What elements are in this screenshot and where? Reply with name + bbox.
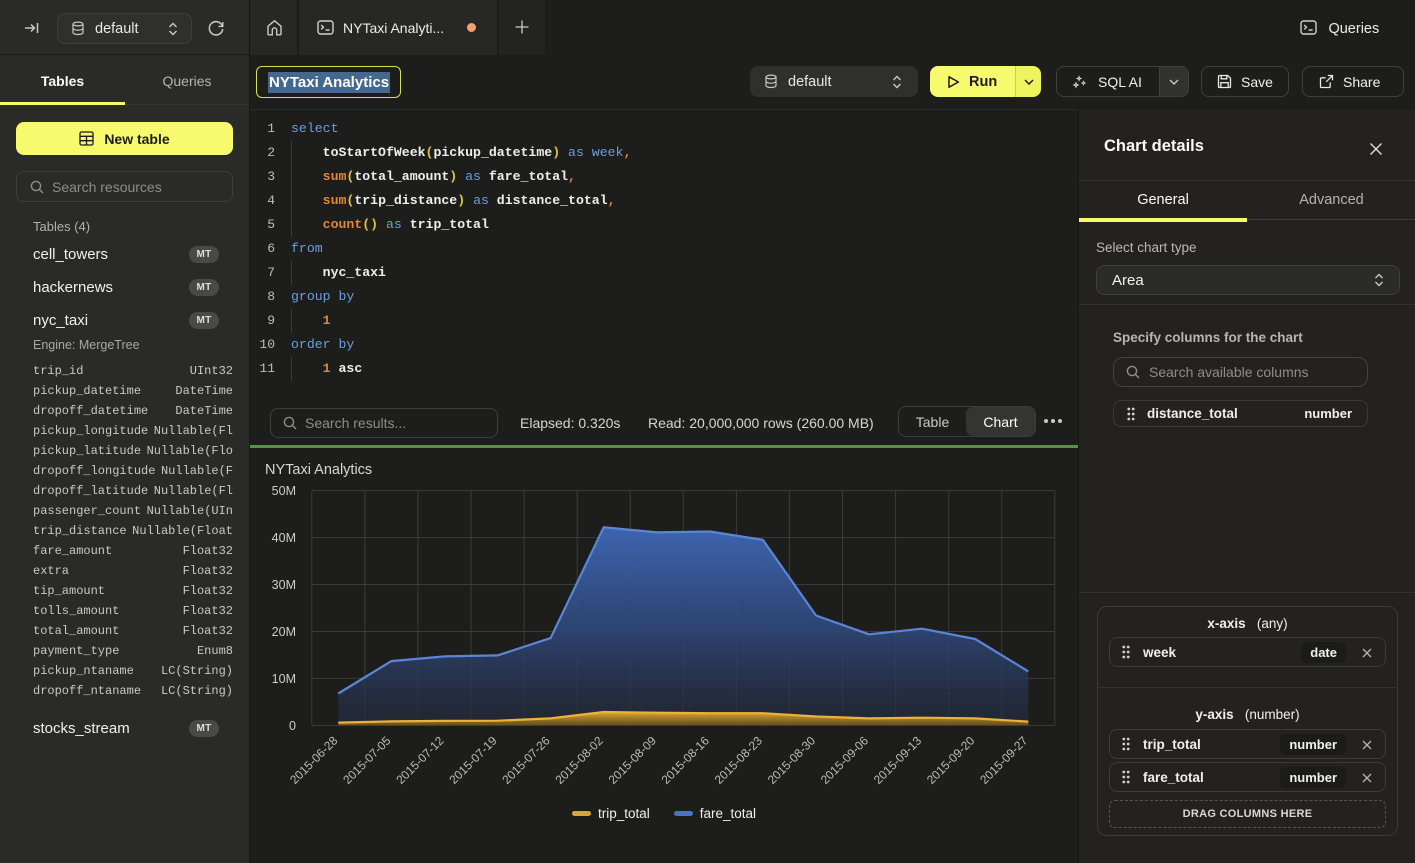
svg-text:2015-07-05: 2015-07-05 <box>340 733 394 787</box>
svg-text:0: 0 <box>289 719 296 733</box>
svg-text:2015-07-26: 2015-07-26 <box>499 733 553 787</box>
svg-text:2015-08-23: 2015-08-23 <box>712 733 766 787</box>
svg-text:20M: 20M <box>272 625 296 639</box>
svg-text:2015-07-19: 2015-07-19 <box>446 733 500 787</box>
svg-text:2015-08-16: 2015-08-16 <box>659 733 713 787</box>
svg-text:2015-07-12: 2015-07-12 <box>393 733 447 787</box>
svg-text:2015-08-30: 2015-08-30 <box>765 733 819 787</box>
svg-text:2015-09-20: 2015-09-20 <box>924 733 978 787</box>
svg-text:2015-09-27: 2015-09-27 <box>977 733 1031 787</box>
svg-text:2015-09-06: 2015-09-06 <box>818 733 872 787</box>
svg-text:10M: 10M <box>272 672 296 686</box>
svg-text:2015-06-28: 2015-06-28 <box>287 733 341 787</box>
svg-text:40M: 40M <box>272 531 296 545</box>
svg-text:2015-08-02: 2015-08-02 <box>553 733 607 787</box>
svg-text:50M: 50M <box>272 484 296 498</box>
svg-text:NYTaxi Analytics: NYTaxi Analytics <box>265 462 372 478</box>
svg-text:2015-08-09: 2015-08-09 <box>606 733 660 787</box>
svg-text:30M: 30M <box>272 578 296 592</box>
svg-text:2015-09-13: 2015-09-13 <box>871 733 925 787</box>
